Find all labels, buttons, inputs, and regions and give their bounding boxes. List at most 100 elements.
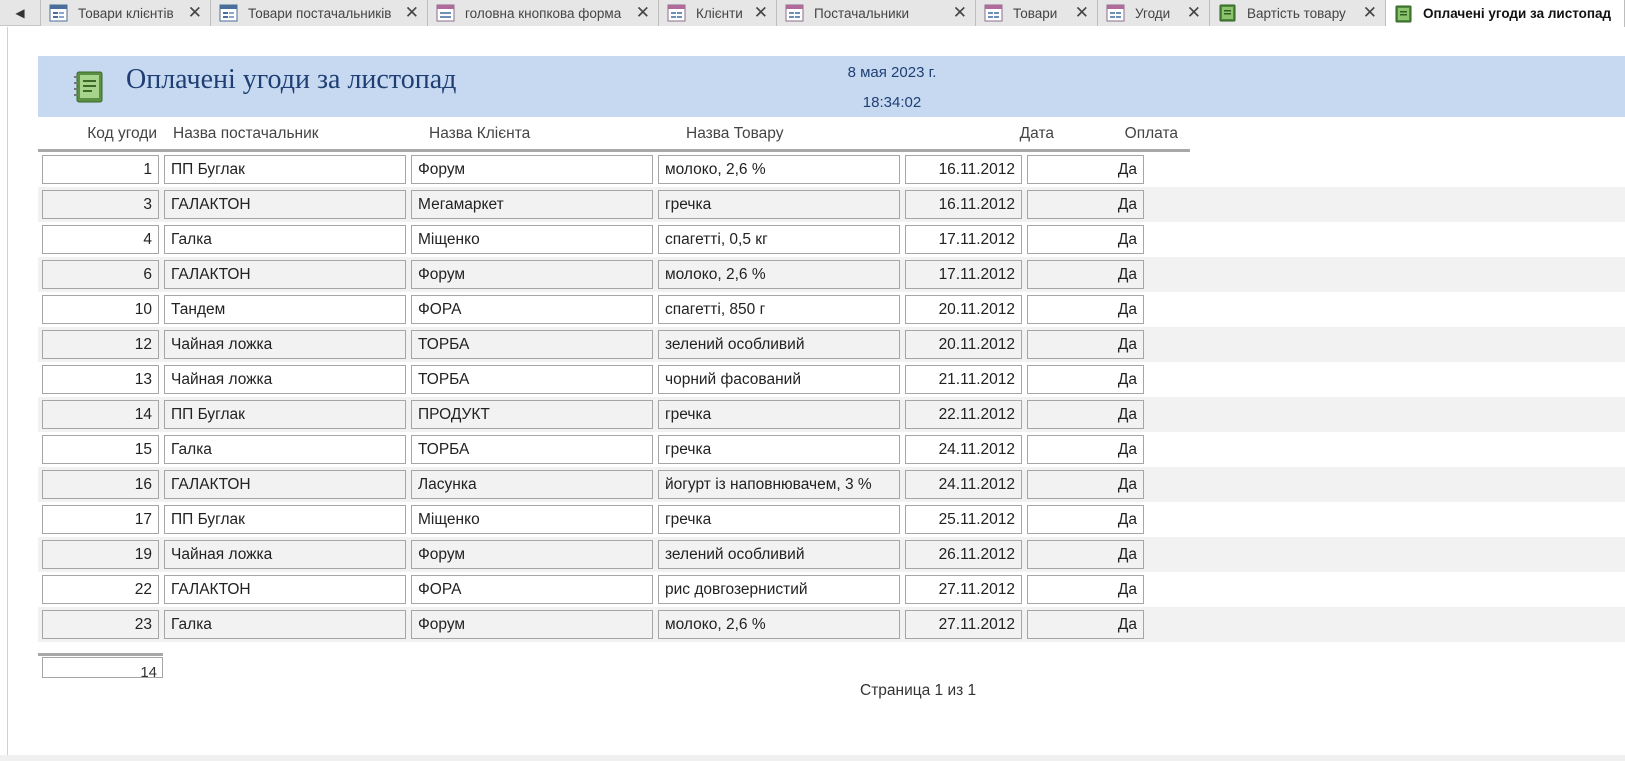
- cell-product: зелений особливий: [658, 330, 900, 359]
- report-icon: [1219, 4, 1236, 22]
- cell-code: 19: [42, 540, 159, 569]
- cell-paid: Да: [1027, 575, 1144, 604]
- cell-client: ТОРБА: [411, 365, 653, 394]
- form-icon: [785, 4, 804, 22]
- tab-label: Оплачені угоди за листопад: [1423, 6, 1612, 21]
- cell-paid: Да: [1027, 190, 1144, 219]
- close-icon[interactable]: ✕: [636, 3, 650, 23]
- tab-scroll-left-button[interactable]: ◀: [0, 0, 40, 26]
- tab-tovary-klientiv[interactable]: Товари клієнтів ✕: [41, 0, 211, 26]
- cell-code: 16: [42, 470, 159, 499]
- form-icon: [984, 4, 1003, 22]
- cell-paid: Да: [1027, 540, 1144, 569]
- report-icon: [1395, 5, 1412, 22]
- cell-code: 3: [42, 190, 159, 219]
- tab-label: Постачальники: [814, 5, 910, 21]
- total-count: 14: [42, 657, 163, 678]
- cell-client: Форум: [411, 540, 653, 569]
- cell-code: 22: [42, 575, 159, 604]
- cell-date: 17.11.2012: [905, 225, 1022, 254]
- table-row: 4 Галка Міщенко спагетті, 0,5 кг 17.11.2012 Д…: [38, 222, 1625, 257]
- close-icon[interactable]: ✕: [754, 3, 768, 23]
- cell-client: Ласунка: [411, 470, 653, 499]
- table-row: 13 Чайная ложка ТОРБА чорний фасований 21.11…: [38, 362, 1625, 397]
- cell-date: 21.11.2012: [905, 365, 1022, 394]
- form-icon: [436, 4, 455, 22]
- tab-label: Товари постачальників: [248, 5, 392, 21]
- cell-paid: Да: [1027, 330, 1144, 359]
- close-icon[interactable]: ✕: [1363, 3, 1377, 23]
- cell-paid: Да: [1027, 400, 1144, 429]
- report-header: Оплачені угоди за листопад 8 мая 2023 г.…: [38, 56, 1625, 117]
- table-row: 10 Тандем ФОРА спагетті, 850 г 20.11.2012 Да: [38, 292, 1625, 327]
- cell-date: 20.11.2012: [905, 295, 1022, 324]
- tab-uhody[interactable]: Угоди ✕: [1098, 0, 1210, 26]
- cell-code: 1: [42, 155, 159, 184]
- close-icon[interactable]: ✕: [188, 3, 202, 23]
- cell-paid: Да: [1027, 435, 1144, 464]
- cell-supplier: ГАЛАКТОН: [164, 575, 406, 604]
- cell-client: Форум: [411, 155, 653, 184]
- cell-supplier: Галка: [164, 610, 406, 639]
- table-row: 1 ПП Буглак Форум молоко, 2,6 % 16.11.2012 Да: [38, 152, 1625, 187]
- cell-product: гречка: [658, 435, 900, 464]
- cell-paid: Да: [1027, 470, 1144, 499]
- tab-label: головна кнопкова форма: [465, 5, 622, 21]
- cell-code: 15: [42, 435, 159, 464]
- tab-oplacheni-uhody[interactable]: Оплачені угоди за листопад: [1386, 0, 1625, 27]
- cell-client: ТОРБА: [411, 435, 653, 464]
- table-row: 19 Чайная ложка Форум зелений особливий 26.1…: [38, 537, 1625, 572]
- tab-klienty[interactable]: Клієнти ✕: [659, 0, 777, 26]
- tab-holovna-knopkova-forma[interactable]: головна кнопкова форма ✕: [428, 0, 659, 26]
- cell-paid: Да: [1027, 610, 1144, 639]
- column-header-supplier: Назва постачальник: [173, 125, 319, 142]
- cell-client: Форум: [411, 260, 653, 289]
- cell-date: 24.11.2012: [905, 435, 1022, 464]
- cell-supplier: ГАЛАКТОН: [164, 190, 406, 219]
- document-tab-bar: ◀ Товари клієнтів ✕ Товари постачальникі…: [0, 0, 1625, 27]
- table-row: 3 ГАЛАКТОН Мегамаркет гречка 16.11.2012 Да: [38, 187, 1625, 222]
- form-icon: [219, 4, 238, 22]
- cell-client: Мегамаркет: [411, 190, 653, 219]
- cell-paid: Да: [1027, 225, 1144, 254]
- cell-supplier: ГАЛАКТОН: [164, 470, 406, 499]
- cell-client: ТОРБА: [411, 330, 653, 359]
- cell-product: спагетті, 850 г: [658, 295, 900, 324]
- tab-postachalnyky[interactable]: Постачальники ✕: [777, 0, 976, 26]
- tab-tovary[interactable]: Товари ✕: [976, 0, 1098, 26]
- tab-tovary-postachalnykiv[interactable]: Товари постачальників ✕: [211, 0, 428, 26]
- report-icon: [74, 71, 103, 103]
- cell-date: 22.11.2012: [905, 400, 1022, 429]
- column-header-product: Назва Товару: [686, 125, 784, 142]
- table-row: 17 ПП Буглак Міщенко гречка 25.11.2012 Да: [38, 502, 1625, 537]
- table-row: 14 ПП Буглак ПРОДУКТ гречка 22.11.2012 Да: [38, 397, 1625, 432]
- column-header-client: Назва Клієнта: [429, 125, 531, 142]
- cell-product: зелений особливий: [658, 540, 900, 569]
- cell-product: молоко, 2,6 %: [658, 155, 900, 184]
- cell-supplier: ПП Буглак: [164, 155, 406, 184]
- cell-paid: Да: [1027, 295, 1144, 324]
- tab-vartist-tovaru[interactable]: Вартість товару ✕: [1210, 0, 1386, 26]
- cell-date: 24.11.2012: [905, 470, 1022, 499]
- close-icon[interactable]: ✕: [953, 3, 967, 23]
- cell-client: Форум: [411, 610, 653, 639]
- form-icon: [667, 4, 686, 22]
- cell-supplier: Чайная ложка: [164, 330, 406, 359]
- close-icon[interactable]: ✕: [405, 3, 419, 23]
- cell-supplier: Галка: [164, 225, 406, 254]
- cell-code: 4: [42, 225, 159, 254]
- cell-supplier: Чайная ложка: [164, 365, 406, 394]
- page-number: Страница 1 из 1: [860, 682, 977, 699]
- close-icon[interactable]: ✕: [1075, 3, 1089, 23]
- cell-supplier: Чайная ложка: [164, 540, 406, 569]
- cell-supplier: ПП Буглак: [164, 505, 406, 534]
- cell-code: 10: [42, 295, 159, 324]
- chevron-left-icon: ◀: [15, 6, 25, 20]
- cell-supplier: Галка: [164, 435, 406, 464]
- cell-code: 6: [42, 260, 159, 289]
- cell-paid: Да: [1027, 365, 1144, 394]
- cell-code: 14: [42, 400, 159, 429]
- cell-date: 16.11.2012: [905, 190, 1022, 219]
- cell-code: 23: [42, 610, 159, 639]
- close-icon[interactable]: ✕: [1187, 3, 1201, 23]
